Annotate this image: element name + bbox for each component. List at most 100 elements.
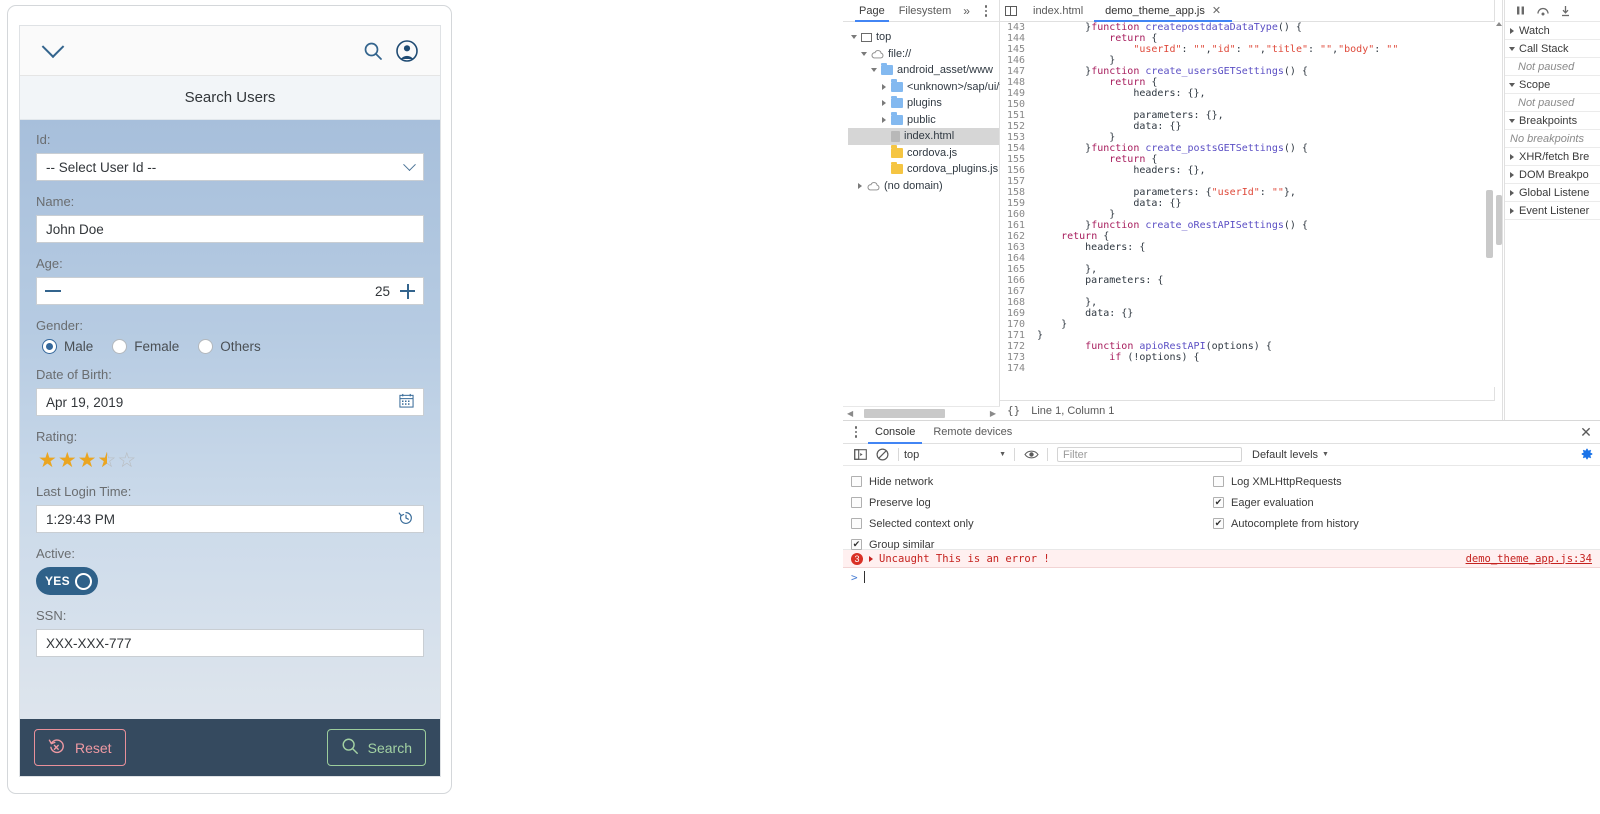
- section-xhr-breakpoints[interactable]: XHR/fetch Bre: [1505, 148, 1600, 166]
- reset-button[interactable]: Reset: [34, 729, 126, 766]
- line-number[interactable]: 173: [1000, 352, 1030, 363]
- tree-node-cordova-plugins-js[interactable]: cordova_plugins.js: [848, 161, 999, 178]
- code-line[interactable]: 150: [1000, 99, 1495, 110]
- section-watch[interactable]: Watch: [1505, 22, 1600, 40]
- code-line[interactable]: 166 parameters: {: [1000, 275, 1495, 286]
- code-line[interactable]: 156 headers: {},: [1000, 165, 1495, 176]
- editor-tab-demo-theme-app-js[interactable]: demo_theme_app.js ✕: [1094, 0, 1232, 22]
- line-number[interactable]: 150: [1000, 99, 1030, 110]
- line-number[interactable]: 146: [1000, 55, 1030, 66]
- star-half-icon[interactable]: ☆: [97, 450, 116, 471]
- age-stepper[interactable]: 25: [36, 277, 424, 305]
- code-line[interactable]: 143 }function createpostdataDataType() {: [1000, 22, 1495, 33]
- code-vscrollbar[interactable]: [1486, 26, 1493, 383]
- tree-node-cordova-js[interactable]: cordova.js: [848, 145, 999, 162]
- close-icon[interactable]: ✕: [1579, 425, 1593, 439]
- ssn-input[interactable]: XXX-XXX-777: [36, 629, 424, 657]
- code-line[interactable]: 163 headers: {: [1000, 242, 1495, 253]
- section-event-listeners[interactable]: Event Listener: [1505, 202, 1600, 220]
- code-line[interactable]: 154 }function create_postsGETSettings() …: [1000, 143, 1495, 154]
- tab-console[interactable]: Console: [866, 421, 924, 444]
- setting-preserve-log[interactable]: Preserve log: [851, 492, 974, 513]
- line-number[interactable]: 157: [1000, 176, 1030, 187]
- section-global-listeners[interactable]: Global Listene: [1505, 184, 1600, 202]
- line-number[interactable]: 147: [1000, 66, 1030, 77]
- code-line[interactable]: 167: [1000, 286, 1495, 297]
- live-expression-icon[interactable]: [1020, 444, 1042, 466]
- line-number[interactable]: 159: [1000, 198, 1030, 209]
- code-line[interactable]: 173 if (!options) {: [1000, 352, 1495, 363]
- console-filter-input[interactable]: Filter: [1057, 447, 1242, 462]
- code-line[interactable]: 161 }function create_oRestAPISettings() …: [1000, 220, 1495, 231]
- navigator-hscrollbar[interactable]: ◀ ▶: [843, 406, 1000, 420]
- line-number[interactable]: 145: [1000, 44, 1030, 55]
- star-icon[interactable]: ★: [38, 450, 57, 471]
- tab-remote-devices[interactable]: Remote devices: [924, 421, 1021, 444]
- code-line[interactable]: 170 }: [1000, 319, 1495, 330]
- code-line[interactable]: 165 },: [1000, 264, 1495, 275]
- star-icon[interactable]: ★: [78, 450, 97, 471]
- code-line[interactable]: 147 }function create_usersGETSettings() …: [1000, 66, 1495, 77]
- line-number[interactable]: 162: [1000, 231, 1030, 242]
- name-input[interactable]: John Doe: [36, 215, 424, 243]
- code-line[interactable]: 174: [1000, 363, 1495, 374]
- line-number[interactable]: 155: [1000, 154, 1030, 165]
- code-line[interactable]: 145 "userId": "","id": "","title": "","b…: [1000, 44, 1495, 55]
- line-number[interactable]: 143: [1000, 22, 1030, 33]
- line-number[interactable]: 156: [1000, 165, 1030, 176]
- expand-icon[interactable]: [869, 555, 873, 562]
- line-number[interactable]: 161: [1000, 220, 1030, 231]
- sources-splitter[interactable]: [1495, 0, 1503, 420]
- code-line[interactable]: 160 }: [1000, 209, 1495, 220]
- code-line[interactable]: 153 }: [1000, 132, 1495, 143]
- code-line[interactable]: 148 return {: [1000, 77, 1495, 88]
- line-number[interactable]: 152: [1000, 121, 1030, 132]
- tab-filesystem[interactable]: Filesystem: [892, 0, 959, 22]
- section-scope[interactable]: Scope: [1505, 76, 1600, 94]
- pause-script-icon[interactable]: [1515, 5, 1526, 16]
- code-line[interactable]: 152 data: {}: [1000, 121, 1495, 132]
- settings-gear-icon[interactable]: [1580, 447, 1594, 464]
- code-line[interactable]: 149 headers: {},: [1000, 88, 1495, 99]
- dob-input[interactable]: Apr 19, 2019: [36, 388, 424, 416]
- clear-console-icon[interactable]: [871, 444, 893, 466]
- tree-node-plugins[interactable]: plugins: [848, 95, 999, 112]
- line-number[interactable]: 166: [1000, 275, 1030, 286]
- code-line[interactable]: 159 data: {}: [1000, 198, 1495, 209]
- line-number[interactable]: 148: [1000, 77, 1030, 88]
- section-breakpoints[interactable]: Breakpoints: [1505, 112, 1600, 130]
- code-line[interactable]: 155 return {: [1000, 154, 1495, 165]
- line-number[interactable]: 171: [1000, 330, 1030, 341]
- step-into-icon[interactable]: [1560, 5, 1571, 17]
- editor-tab-index-html[interactable]: index.html: [1022, 0, 1094, 22]
- checkbox-checked-icon[interactable]: ✔: [851, 539, 862, 550]
- setting-hide-network[interactable]: Hide network: [851, 471, 974, 492]
- line-number[interactable]: 164: [1000, 253, 1030, 264]
- scroll-right-icon[interactable]: ▶: [990, 409, 996, 418]
- star-icon[interactable]: ★: [58, 450, 77, 471]
- star-empty-icon[interactable]: ☆: [117, 450, 136, 471]
- setting-selected-context-only[interactable]: Selected context only: [851, 513, 974, 534]
- line-number[interactable]: 167: [1000, 286, 1030, 297]
- line-number[interactable]: 172: [1000, 341, 1030, 352]
- line-number[interactable]: 170: [1000, 319, 1030, 330]
- section-call-stack[interactable]: Call Stack: [1505, 40, 1600, 58]
- setting-autocomplete-history[interactable]: ✔ Autocomplete from history: [1213, 513, 1359, 534]
- rating-stars[interactable]: ★ ★ ★ ☆ ☆: [36, 450, 424, 471]
- tab-more-icon[interactable]: »: [958, 0, 975, 22]
- step-over-icon[interactable]: [1536, 5, 1550, 16]
- console-prompt[interactable]: >: [843, 568, 1600, 586]
- scroll-thumb[interactable]: [1496, 195, 1502, 245]
- line-number[interactable]: 149: [1000, 88, 1030, 99]
- setting-log-xhr[interactable]: Log XMLHttpRequests: [1213, 471, 1359, 492]
- code-line[interactable]: 168 },: [1000, 297, 1495, 308]
- search-icon[interactable]: [356, 34, 390, 68]
- section-dom-breakpoints[interactable]: DOM Breakpo: [1505, 166, 1600, 184]
- code-line[interactable]: 144 return {: [1000, 33, 1495, 44]
- search-button[interactable]: Search: [326, 729, 426, 766]
- tree-node-unknown-sap[interactable]: <unknown>/sap/ui/th: [848, 79, 1009, 96]
- close-icon[interactable]: ✕: [1212, 0, 1221, 22]
- code-line[interactable]: 169 data: {}: [1000, 308, 1495, 319]
- checkbox-icon[interactable]: [1213, 476, 1224, 487]
- line-number[interactable]: 144: [1000, 33, 1030, 44]
